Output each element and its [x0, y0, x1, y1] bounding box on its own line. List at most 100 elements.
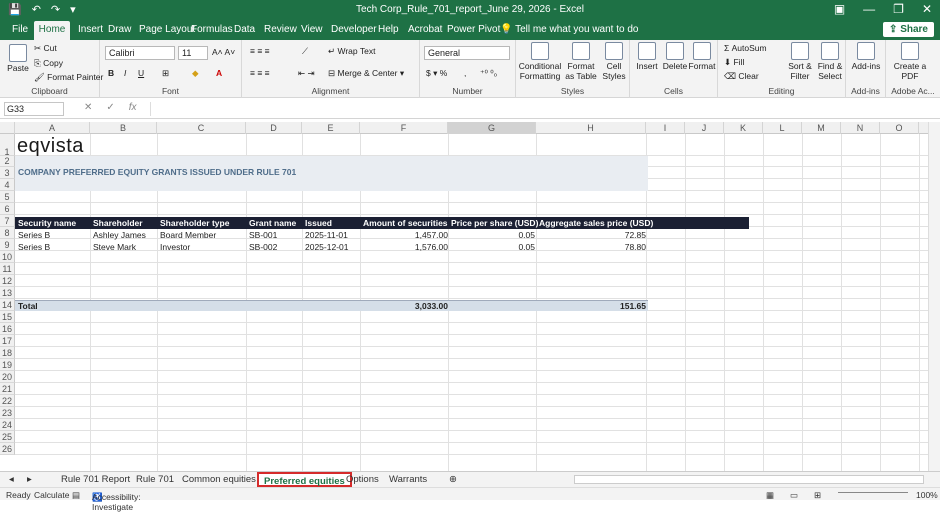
row-header[interactable]: 24 [0, 419, 15, 431]
format-as-table-button[interactable]: Format as Table [564, 42, 598, 81]
tab-draw[interactable]: Draw [108, 24, 131, 35]
page-break-view-icon[interactable]: ⊞ [814, 490, 821, 501]
column-header[interactable]: N [841, 122, 880, 134]
total-amount[interactable]: 3,033.00 [363, 301, 448, 311]
sheet-tab-warrants[interactable]: Warrants [384, 472, 432, 487]
font-color-icon[interactable]: A [216, 68, 222, 78]
tab-home[interactable]: Home [34, 21, 70, 40]
row-header[interactable]: 2 [0, 156, 15, 167]
close-icon[interactable]: ✕ [922, 2, 932, 16]
column-header[interactable]: M [802, 122, 841, 134]
cell-styles-button[interactable]: Cell Styles [600, 42, 628, 81]
row-header[interactable]: 9 [0, 239, 15, 251]
merge-center-button[interactable]: ⊟ Merge & Center ▾ [328, 68, 404, 79]
row1-security[interactable]: Series B [18, 230, 50, 240]
row-header[interactable]: 6 [0, 203, 15, 215]
cancel-icon[interactable]: ✕ [84, 102, 92, 113]
fill-color-icon[interactable]: ◆ [192, 68, 199, 79]
cut-button[interactable]: ✂ Cut [34, 43, 57, 54]
tell-me-box[interactable]: 💡 Tell me what you want to do [500, 24, 638, 35]
row-header[interactable]: 4 [0, 179, 15, 191]
tab-developer[interactable]: Developer [331, 24, 377, 35]
italic-icon[interactable]: I [124, 68, 126, 78]
row2-aggregate[interactable]: 78.80 [539, 242, 646, 252]
status-calculate[interactable]: Calculate [34, 490, 69, 500]
bold-icon[interactable]: B [108, 68, 114, 78]
row-header[interactable]: 21 [0, 383, 15, 395]
row-header[interactable]: 18 [0, 347, 15, 359]
row-header[interactable]: 12 [0, 275, 15, 287]
worksheet-grid[interactable]: ABCDEFGHIJKLMNO 1 2 3 4 5 6 7 8 9 10 11 12 13 14 15 16 1… [0, 122, 940, 472]
row2-price[interactable]: 0.05 [451, 242, 535, 252]
tab-insert[interactable]: Insert [78, 24, 103, 35]
column-header[interactable]: I [646, 122, 685, 134]
currency-icon[interactable]: $ ▾ % [426, 68, 447, 79]
format-painter-button[interactable]: 🖌 Format Painter [34, 72, 103, 83]
find-select-button[interactable]: Find & Select [816, 42, 844, 81]
copy-button[interactable]: ⎘ Copy [34, 58, 63, 69]
row-header[interactable]: 5 [0, 191, 15, 203]
sheet-tab-rule-701[interactable]: Rule 701 [131, 472, 179, 487]
borders-icon[interactable]: ⊞ [162, 68, 169, 79]
row-header[interactable]: 20 [0, 371, 15, 383]
enter-icon[interactable]: ✓ [106, 102, 114, 113]
row1-shareholder[interactable]: Ashley James [93, 230, 146, 240]
row-header[interactable]: 14 [0, 299, 15, 311]
comma-icon[interactable]: , [464, 68, 466, 78]
share-button[interactable]: ⇪ Share [883, 22, 934, 37]
normal-view-icon[interactable]: ▦ [766, 490, 774, 501]
macro-record-icon[interactable]: ▤ [72, 490, 80, 501]
row2-amount[interactable]: 1,576.00 [363, 242, 448, 252]
column-header[interactable]: A [15, 122, 90, 134]
next-sheet-icon[interactable]: ▸ [22, 472, 37, 487]
column-header[interactable]: J [685, 122, 724, 134]
prev-sheet-icon[interactable]: ◂ [4, 472, 19, 487]
number-format-select[interactable]: General [424, 46, 510, 60]
column-header[interactable]: B [90, 122, 157, 134]
fill-button[interactable]: ⬇ Fill [724, 57, 744, 68]
tab-data[interactable]: Data [234, 24, 255, 35]
column-header[interactable]: C [157, 122, 246, 134]
row1-issued[interactable]: 2025-11-01 [305, 230, 348, 240]
minimize-icon[interactable]: — [863, 2, 875, 16]
row1-grant[interactable]: SB-001 [249, 230, 277, 240]
orientation-icon[interactable]: ⟋ [302, 46, 308, 57]
tab-page-layout[interactable]: Page Layout [139, 24, 195, 35]
tab-review[interactable]: Review [264, 24, 297, 35]
page-layout-view-icon[interactable]: ▭ [790, 490, 798, 501]
tab-file[interactable]: File [12, 24, 28, 35]
column-header[interactable]: G [448, 122, 536, 134]
create-pdf-button[interactable]: Create a PDF [892, 42, 928, 81]
sheet-tab-common-equities[interactable]: Common equities [177, 472, 261, 487]
decimal-icon[interactable]: ⁺⁰ ⁰₀ [480, 68, 497, 79]
underline-icon[interactable]: U [138, 68, 144, 78]
row-header[interactable]: 26 [0, 443, 15, 455]
row-header[interactable]: 19 [0, 359, 15, 371]
row-header[interactable]: 13 [0, 287, 15, 299]
row1-amount[interactable]: 1,457.00 [363, 230, 448, 240]
vertical-scrollbar[interactable] [928, 122, 940, 472]
column-header[interactable]: L [763, 122, 802, 134]
row-header[interactable]: 15 [0, 311, 15, 323]
paste-button[interactable]: Paste [6, 44, 30, 73]
name-box[interactable]: G33 [4, 102, 64, 116]
insert-cells-button[interactable]: Insert [634, 42, 660, 71]
column-header[interactable]: O [880, 122, 919, 134]
align-left-icon[interactable]: ≡ ≡ ≡ [250, 68, 270, 78]
tab-help[interactable]: Help [378, 24, 399, 35]
column-header[interactable]: F [360, 122, 448, 134]
select-all-corner[interactable] [0, 122, 15, 134]
formula-input[interactable] [150, 102, 936, 116]
column-header[interactable]: D [246, 122, 302, 134]
delete-cells-button[interactable]: Delete [662, 42, 688, 71]
row-header[interactable]: 8 [0, 227, 15, 239]
row-header[interactable]: 7 [0, 215, 15, 227]
sort-filter-button[interactable]: Sort & Filter [786, 42, 814, 81]
row-header[interactable]: 23 [0, 407, 15, 419]
row2-type[interactable]: Investor [160, 242, 190, 252]
row-header[interactable]: 11 [0, 263, 15, 275]
format-cells-button[interactable]: Format [688, 42, 716, 71]
column-header[interactable]: H [536, 122, 646, 134]
sheet-tab-rule-701-report[interactable]: Rule 701 Report [56, 472, 135, 487]
function-icon[interactable]: fx [129, 102, 137, 113]
